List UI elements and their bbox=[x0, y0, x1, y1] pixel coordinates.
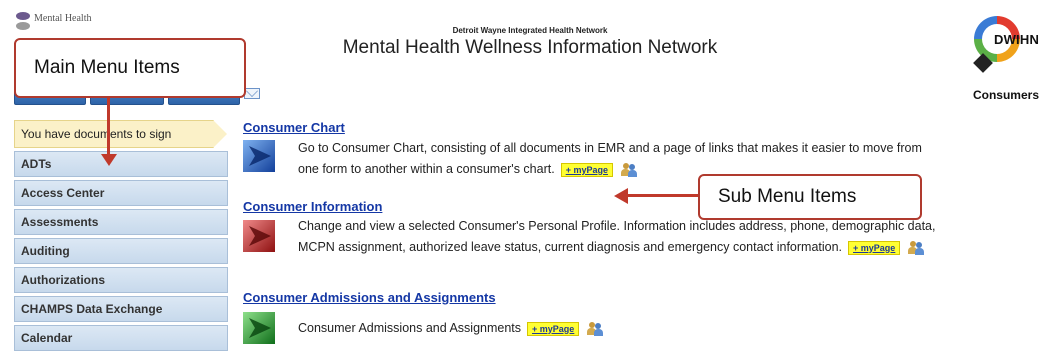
consumer-chart-link[interactable]: Consumer Chart bbox=[243, 120, 345, 135]
main-menu-arrow-head-icon bbox=[101, 154, 117, 166]
consumer-admissions-desc-line-1: Consumer Admissions and Assignments + myP… bbox=[298, 318, 604, 339]
documents-to-sign-notice[interactable]: You have documents to sign bbox=[14, 120, 227, 148]
org-name: Detroit Wayne Integrated Health Network bbox=[452, 26, 608, 35]
consumer-chart-mypage-button[interactable]: + myPage bbox=[560, 162, 613, 177]
sub-menu-arrow-head-icon bbox=[614, 188, 628, 204]
sub-menu-arrow bbox=[628, 194, 698, 197]
consumer-information-people-icon[interactable] bbox=[908, 240, 925, 255]
consumer-admissions-link[interactable]: Consumer Admissions and Assignments bbox=[243, 290, 496, 305]
logo-text: Mental Health bbox=[34, 13, 92, 24]
consumer-admissions-arrow-icon[interactable] bbox=[243, 312, 275, 344]
menu-item-champs-data-exchange[interactable]: CHAMPS Data Exchange bbox=[14, 296, 228, 322]
section-label: Consumers bbox=[972, 88, 1039, 102]
menu-item-auditing[interactable]: Auditing bbox=[14, 238, 228, 264]
consumer-information-arrow-icon[interactable] bbox=[243, 220, 275, 252]
consumer-admissions-description: Consumer Admissions and Assignments + myP… bbox=[298, 318, 604, 339]
main-menu-callout: Main Menu Items bbox=[14, 38, 246, 98]
consumer-admissions-desc-text: Consumer Admissions and Assignments bbox=[298, 321, 522, 335]
consumer-information-description: Change and view a selected Consumer's Pe… bbox=[298, 216, 935, 258]
dwihn-logo[interactable]: DWIHN bbox=[972, 8, 1040, 73]
menu-item-assessments[interactable]: Assessments bbox=[14, 209, 228, 235]
main-menu-arrow bbox=[107, 98, 110, 156]
main-menu: You have documents to sign ADTs Access C… bbox=[14, 120, 228, 351]
menu-item-authorizations[interactable]: Authorizations bbox=[14, 267, 228, 293]
dwihn-logo-text: DWIHN bbox=[994, 32, 1040, 47]
mail-icon[interactable] bbox=[244, 88, 260, 99]
consumer-chart-desc-line-1: Go to Consumer Chart, consisting of all … bbox=[298, 141, 922, 155]
consumer-chart-desc-line-2-text: one form to another within a consumer's … bbox=[298, 162, 555, 176]
consumer-admissions-people-icon[interactable] bbox=[587, 321, 604, 336]
menu-item-calendar[interactable]: Calendar bbox=[14, 325, 228, 351]
consumer-information-desc-line-2-text: MCPN assignment, authorized leave status… bbox=[298, 240, 843, 254]
logo-mark-icon bbox=[14, 12, 32, 34]
consumer-information-link[interactable]: Consumer Information bbox=[243, 199, 382, 214]
menu-item-access-center[interactable]: Access Center bbox=[14, 180, 228, 206]
consumer-chart-people-icon[interactable] bbox=[620, 162, 637, 177]
consumer-chart-arrow-icon[interactable] bbox=[243, 140, 275, 172]
page-title: Mental Health Wellness Information Netwo… bbox=[342, 37, 718, 58]
consumer-admissions-mypage-button[interactable]: + myPage bbox=[527, 321, 580, 336]
menu-item-adts[interactable]: ADTs bbox=[14, 151, 228, 177]
mental-health-logo[interactable]: Mental Health bbox=[14, 10, 134, 40]
consumer-information-mypage-button[interactable]: + myPage bbox=[848, 240, 901, 255]
sub-menu-callout: Sub Menu Items bbox=[698, 174, 922, 220]
consumer-information-desc-line-2: MCPN assignment, authorized leave status… bbox=[298, 237, 935, 258]
